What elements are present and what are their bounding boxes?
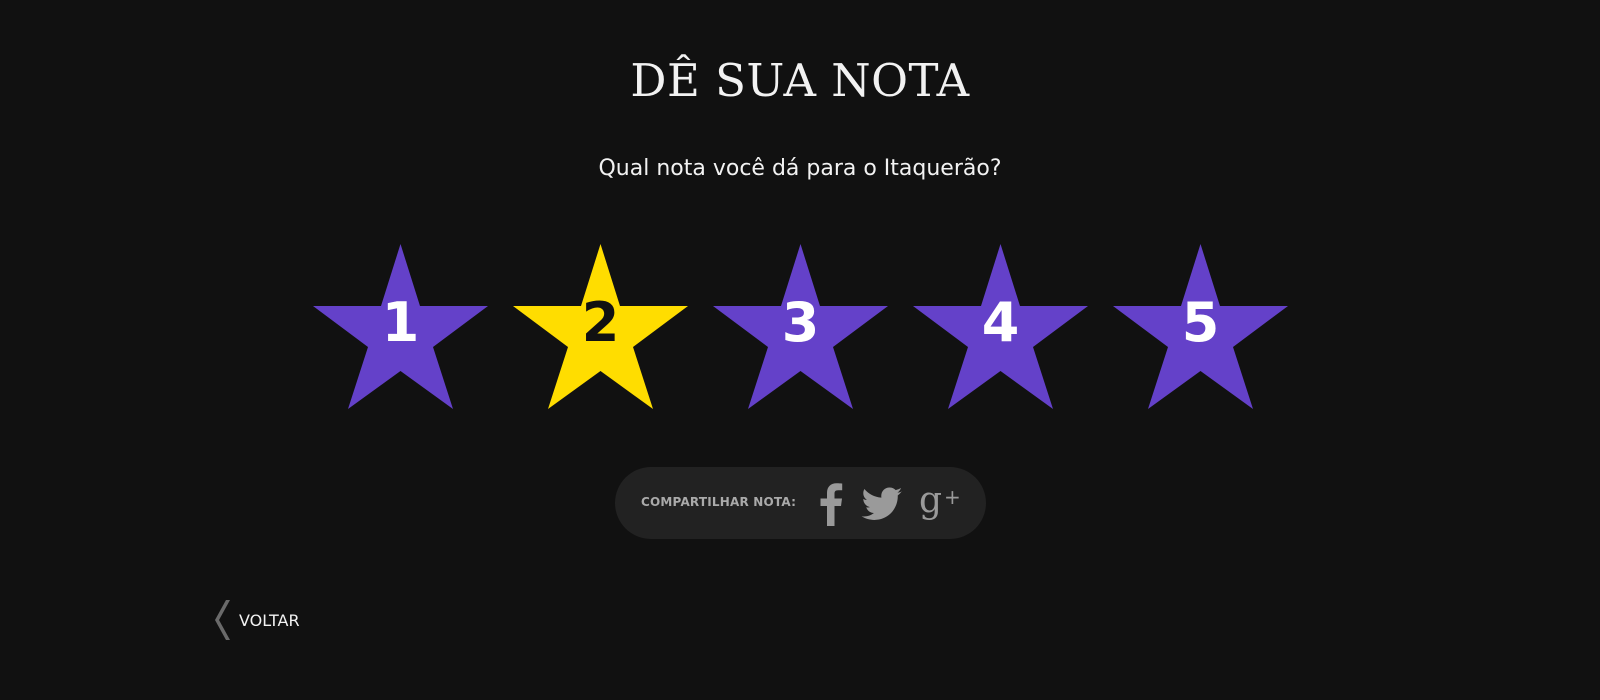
google-plus-icon[interactable]: g + (919, 482, 961, 526)
star-2-label: 2 (581, 291, 620, 354)
star-4-button[interactable]: 4 (913, 244, 1088, 409)
chevron-left-icon (215, 600, 230, 640)
back-label: VOLTAR (239, 611, 300, 630)
svg-text:g: g (919, 482, 942, 521)
star-rating: 1 2 3 4 5 (313, 244, 1288, 414)
star-3-label: 3 (781, 291, 820, 354)
svg-text:+: + (944, 485, 961, 509)
page-title: DÊ SUA NOTA (630, 54, 970, 107)
star-5-label: 5 (1181, 291, 1220, 354)
star-3-button[interactable]: 3 (713, 244, 888, 409)
share-bar: COMPARTILHAR NOTA: g + (615, 467, 986, 539)
star-5-button[interactable]: 5 (1113, 244, 1288, 409)
rating-question: Qual nota você dá para o Itaquerão? (598, 156, 1002, 181)
star-2-button[interactable]: 2 (513, 244, 688, 409)
star-1-button[interactable]: 1 (313, 244, 488, 409)
twitter-icon[interactable] (860, 482, 904, 526)
star-1-label: 1 (381, 291, 420, 354)
facebook-icon[interactable] (818, 482, 844, 526)
star-4-label: 4 (981, 291, 1020, 354)
share-label: COMPARTILHAR NOTA: (641, 495, 797, 509)
